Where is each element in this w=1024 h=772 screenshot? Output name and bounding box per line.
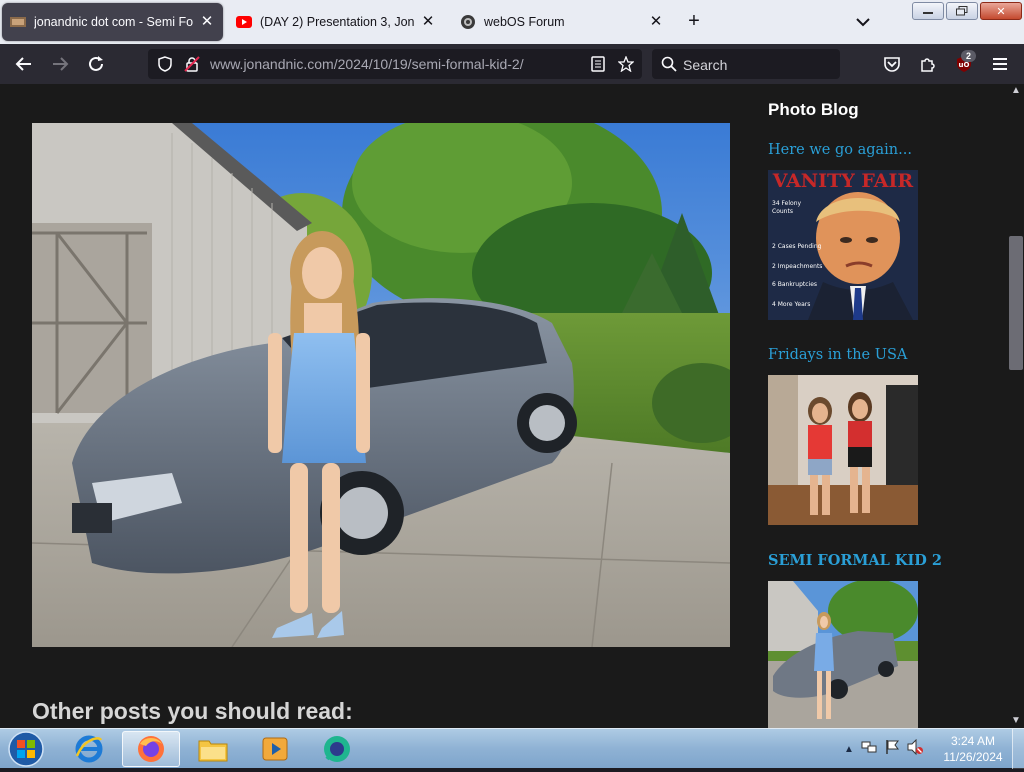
- clock-date: 11/26/2024: [943, 750, 1003, 764]
- extension-count-badge: 2: [961, 50, 976, 62]
- two-girls-thumbnail[interactable]: [768, 375, 918, 525]
- webos-icon: [460, 14, 476, 30]
- insecure-lock-icon[interactable]: [184, 56, 200, 72]
- system-clock[interactable]: 3:24 AM 11/26/2024: [938, 733, 1008, 765]
- site-favicon-icon: [10, 14, 26, 30]
- magazine-masthead: VANITY FAIR: [772, 170, 914, 192]
- start-button[interactable]: [6, 731, 46, 767]
- restore-button[interactable]: [946, 2, 978, 20]
- other-posts-heading: Other posts you should read:: [32, 698, 353, 724]
- close-tab-icon[interactable]: ✕: [420, 14, 436, 30]
- scrollbar-thumb[interactable]: [1009, 236, 1023, 370]
- svg-text:2 Cases Pending: 2 Cases Pending: [772, 243, 822, 250]
- magazine-cover-thumbnail[interactable]: VANITY FAIR 34 Felony Counts 2 Cases Pen…: [768, 170, 918, 320]
- tab-youtube[interactable]: (DAY 2) Presentation 3, Jon Wise ✕: [228, 3, 444, 41]
- svg-text:2 Impeachments: 2 Impeachments: [772, 263, 822, 270]
- reader-view-icon[interactable]: [590, 56, 606, 72]
- internet-explorer-icon[interactable]: [60, 731, 118, 767]
- pocket-icon[interactable]: [880, 52, 904, 76]
- svg-text:Counts: Counts: [772, 208, 793, 215]
- shield-icon[interactable]: [157, 56, 173, 72]
- address-bar[interactable]: www.jonandnic.com/2024/10/19/semi-formal…: [148, 49, 642, 79]
- list-all-tabs-chevron-down-icon[interactable]: [852, 12, 874, 32]
- tab-webos-forum[interactable]: webOS Forum ✕: [452, 3, 672, 41]
- minimize-button[interactable]: [912, 2, 944, 20]
- show-hidden-icons-icon[interactable]: ▲: [844, 744, 854, 755]
- search-icon: [661, 56, 677, 72]
- close-window-button[interactable]: ✕: [980, 2, 1022, 20]
- file-explorer-icon[interactable]: [184, 731, 242, 767]
- navigation-toolbar: www.jonandnic.com/2024/10/19/semi-formal…: [0, 44, 1024, 84]
- reload-icon[interactable]: [84, 52, 108, 76]
- url-text[interactable]: www.jonandnic.com/2024/10/19/semi-formal…: [210, 56, 524, 72]
- tab-title: webOS Forum: [484, 15, 565, 29]
- bookmark-star-icon[interactable]: [617, 55, 635, 73]
- firefox-icon[interactable]: [122, 731, 180, 767]
- network-icon[interactable]: [861, 739, 877, 760]
- action-center-flag-icon[interactable]: [884, 739, 900, 760]
- menu-hamburger-icon[interactable]: [988, 52, 1012, 76]
- semi-formal-thumbnail[interactable]: [768, 581, 918, 728]
- media-player-icon[interactable]: [246, 731, 304, 767]
- close-tab-icon[interactable]: ✕: [199, 14, 215, 30]
- tab-title: (DAY 2) Presentation 3, Jon Wise: [260, 15, 414, 29]
- search-placeholder: Search: [683, 57, 728, 73]
- clock-time: 3:24 AM: [950, 734, 996, 748]
- extensions-puzzle-icon[interactable]: [916, 52, 940, 76]
- system-tray: ▲: [844, 737, 923, 761]
- search-box[interactable]: Search: [652, 49, 840, 79]
- tab-jonandnic[interactable]: jonandnic dot com - Semi Formal Kid 2 ✕: [2, 3, 223, 41]
- post-link-here-we-go-again[interactable]: Here we go again...: [768, 142, 912, 158]
- tab-title: jonandnic dot com - Semi Formal Kid 2: [34, 15, 193, 29]
- svg-text:6 Bankruptcies: 6 Bankruptcies: [772, 281, 817, 288]
- hero-photo[interactable]: [32, 123, 730, 647]
- photo-blog-title: Photo Blog: [768, 100, 859, 119]
- close-tab-icon[interactable]: ✕: [648, 14, 664, 30]
- page-scrollbar[interactable]: ▲ ▼: [1008, 84, 1024, 728]
- post-link-semi-formal-kid-2[interactable]: SEMI FORMAL KID 2: [768, 552, 942, 569]
- chat-app-icon[interactable]: [308, 731, 366, 767]
- youtube-icon: [236, 14, 252, 30]
- window-controls: ✕: [912, 2, 1022, 20]
- svg-text:uO: uO: [959, 61, 970, 69]
- scroll-down-arrow-icon[interactable]: ▼: [1008, 714, 1024, 728]
- tab-strip: jonandnic dot com - Semi Formal Kid 2 ✕ …: [0, 0, 1024, 44]
- new-tab-button[interactable]: +: [682, 10, 706, 34]
- svg-text:34 Felony: 34 Felony: [772, 200, 801, 207]
- page-viewport: Other posts you should read: Photo Blog …: [0, 84, 1008, 728]
- back-arrow-icon[interactable]: [12, 52, 36, 76]
- post-link-fridays-in-the-usa[interactable]: Fridays in the USA: [768, 347, 907, 363]
- windows-taskbar: ▲ 3:24 AM 11/26/2024: [0, 728, 1024, 769]
- scroll-up-arrow-icon[interactable]: ▲: [1008, 84, 1024, 98]
- show-desktop-button[interactable]: [1012, 729, 1024, 769]
- svg-text:4 More Years: 4 More Years: [772, 301, 810, 308]
- volume-muted-icon[interactable]: [907, 738, 923, 760]
- forward-arrow-icon[interactable]: [48, 52, 72, 76]
